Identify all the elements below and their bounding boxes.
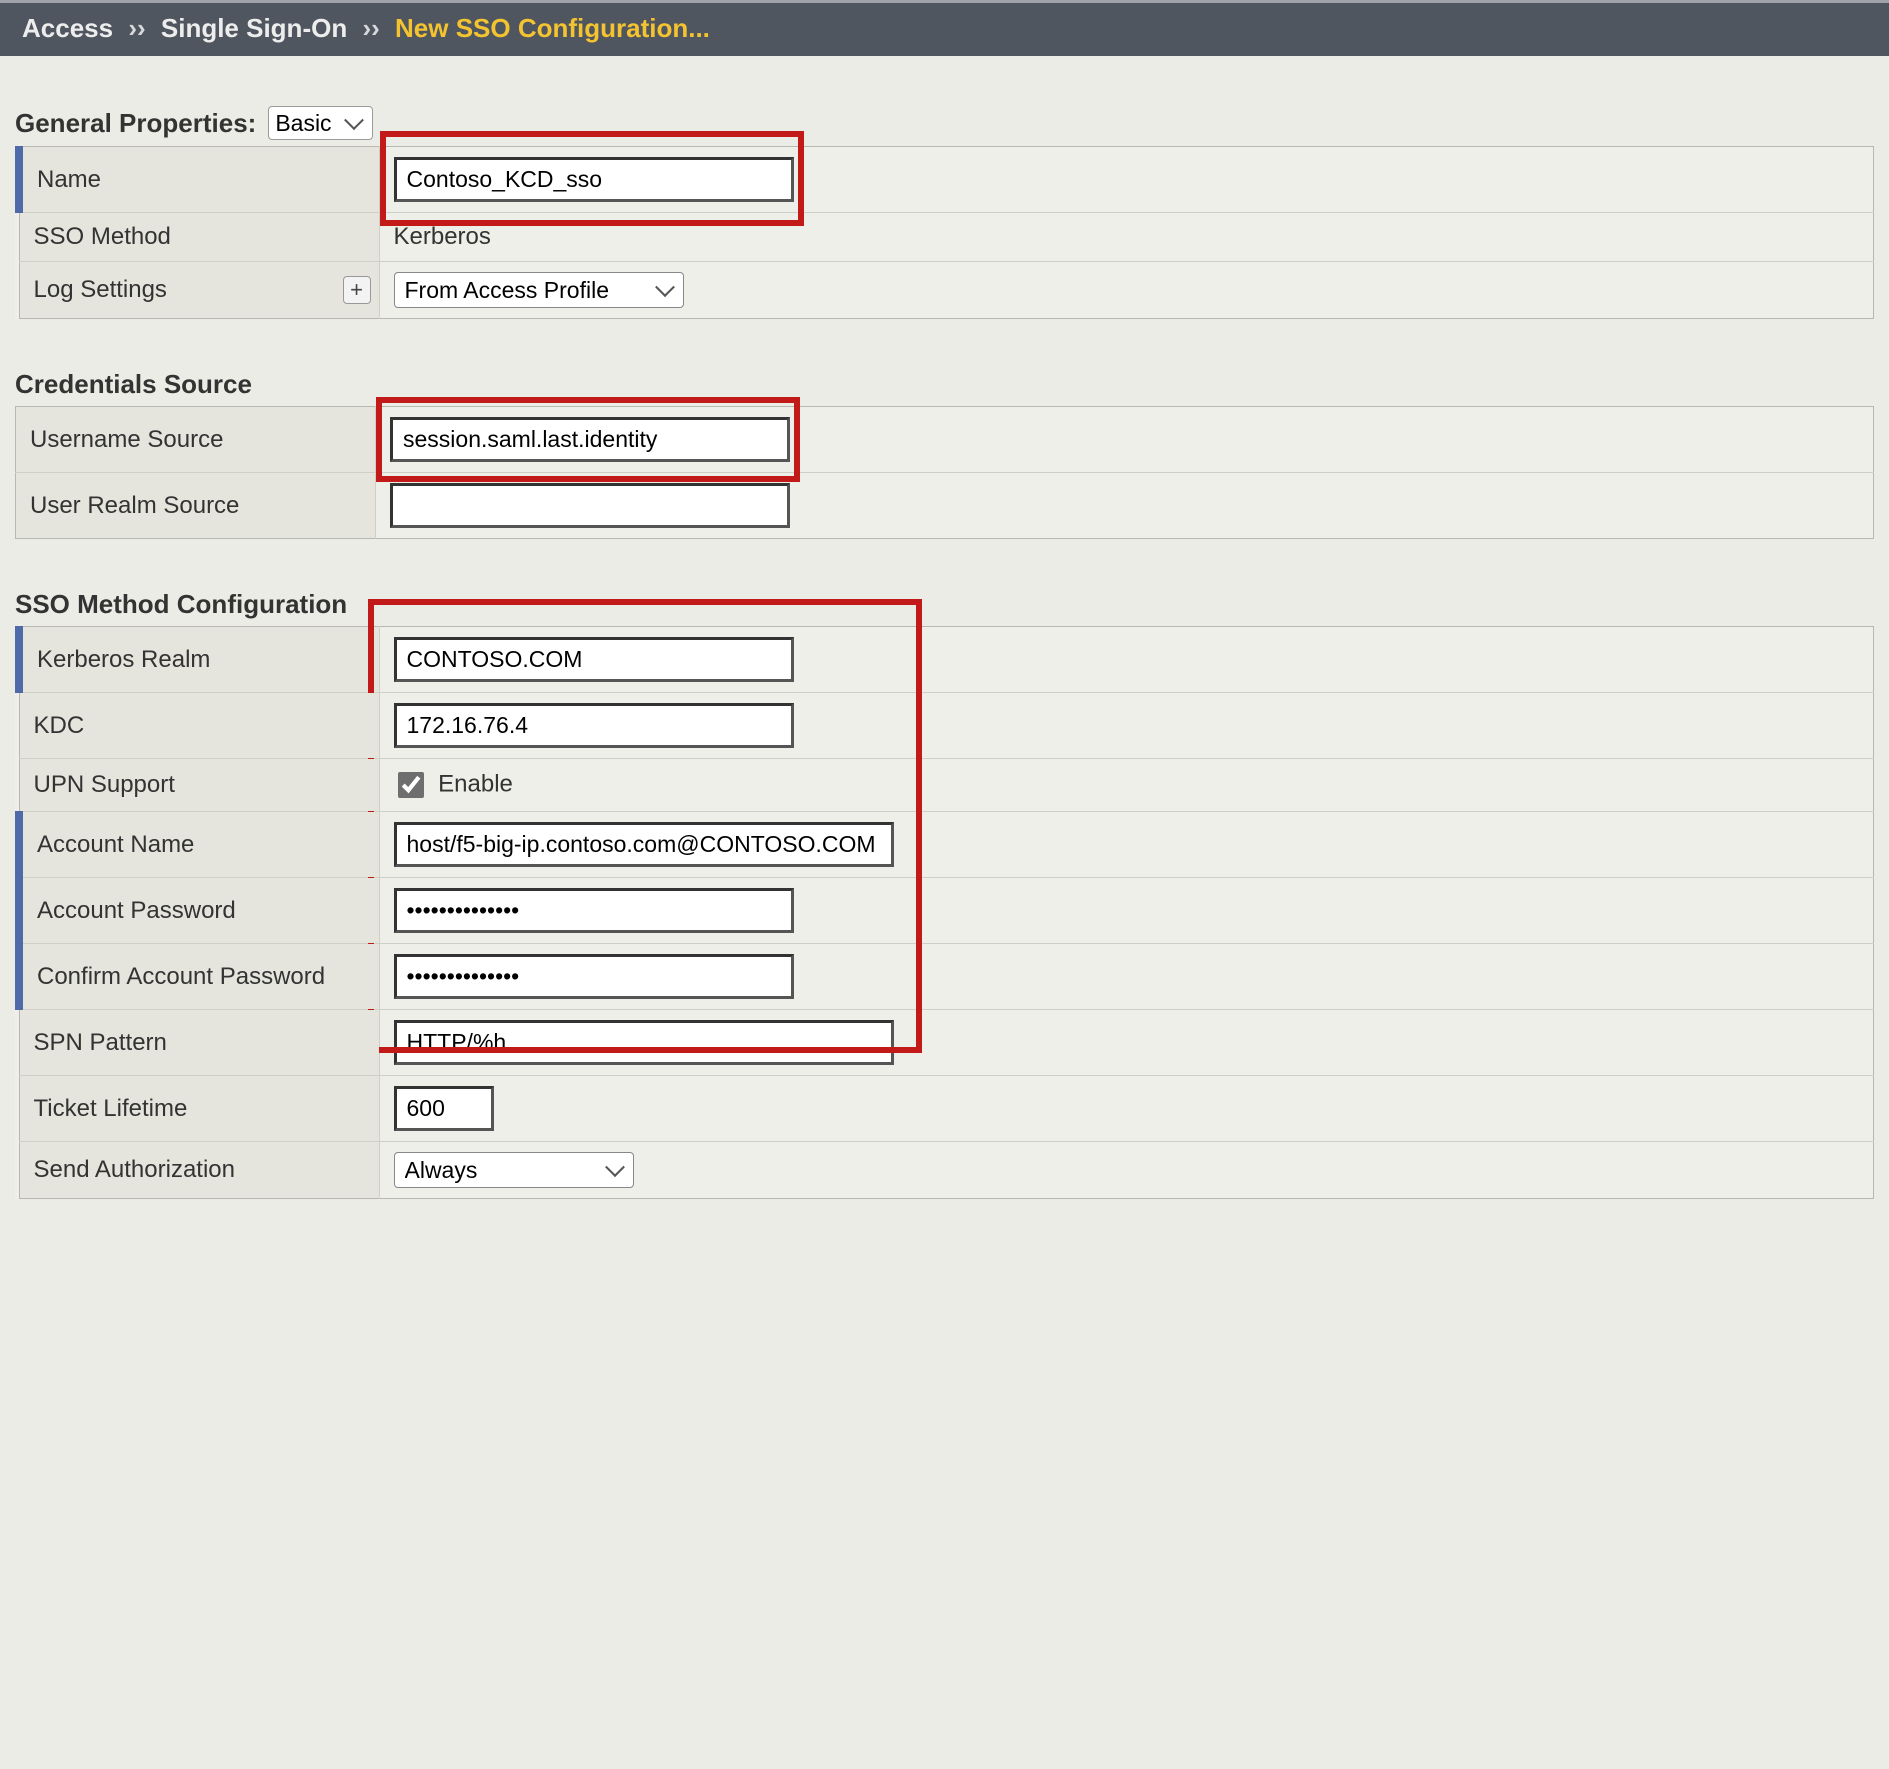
label-spn-pattern: SPN Pattern	[19, 1010, 379, 1076]
breadcrumb-mid[interactable]: Single Sign-On	[161, 13, 347, 43]
breadcrumb-sep-icon: ››	[128, 13, 145, 43]
value-sso-method: Kerberos	[379, 213, 1874, 262]
confirm-account-password-input[interactable]	[394, 954, 794, 999]
label-account-password: Account Password	[19, 878, 379, 944]
spn-pattern-input[interactable]	[394, 1020, 894, 1065]
label-user-realm-source: User Realm Source	[16, 473, 376, 539]
ticket-lifetime-input[interactable]	[394, 1086, 494, 1131]
general-properties-table: Name SSO Method Kerberos Log Settings + …	[15, 146, 1874, 319]
label-kdc: KDC	[19, 693, 379, 759]
breadcrumb-current: New SSO Configuration...	[395, 13, 710, 43]
sso-method-config-table: Kerberos Realm KDC UPN Support Enable Ac…	[15, 626, 1874, 1199]
section-title-general: General Properties:	[15, 108, 256, 139]
account-name-input[interactable]	[394, 822, 894, 867]
name-input[interactable]	[394, 157, 794, 202]
section-title-credentials: Credentials Source	[15, 369, 252, 400]
log-settings-select[interactable]: From Access Profile	[394, 272, 684, 308]
label-name: Name	[19, 147, 379, 213]
username-source-input[interactable]	[390, 417, 790, 462]
breadcrumb: Access ›› Single Sign-On ›› New SSO Conf…	[0, 0, 1889, 56]
account-password-input[interactable]	[394, 888, 794, 933]
label-upn-support: UPN Support	[19, 759, 379, 812]
breadcrumb-sep-icon: ››	[362, 13, 379, 43]
upn-support-checkbox[interactable]	[398, 772, 424, 798]
label-kerberos-realm: Kerberos Realm	[19, 627, 379, 693]
label-sso-method: SSO Method	[19, 213, 379, 262]
label-send-authorization: Send Authorization	[19, 1142, 379, 1199]
add-log-setting-button[interactable]: +	[343, 276, 371, 304]
label-ticket-lifetime: Ticket Lifetime	[19, 1076, 379, 1142]
upn-support-enable-label: Enable	[438, 770, 513, 797]
credentials-source-table: Username Source User Realm Source	[15, 406, 1874, 539]
view-mode-select[interactable]: Basic	[268, 106, 373, 140]
send-authorization-select[interactable]: Always	[394, 1152, 634, 1188]
user-realm-source-input[interactable]	[390, 483, 790, 528]
label-account-name: Account Name	[19, 812, 379, 878]
kdc-input[interactable]	[394, 703, 794, 748]
label-username-source: Username Source	[16, 407, 376, 473]
breadcrumb-root[interactable]: Access	[22, 13, 113, 43]
label-confirm-account-password: Confirm Account Password	[19, 944, 379, 1010]
label-log-settings: Log Settings +	[19, 262, 379, 319]
section-title-sso-method: SSO Method Configuration	[15, 589, 347, 620]
kerberos-realm-input[interactable]	[394, 637, 794, 682]
